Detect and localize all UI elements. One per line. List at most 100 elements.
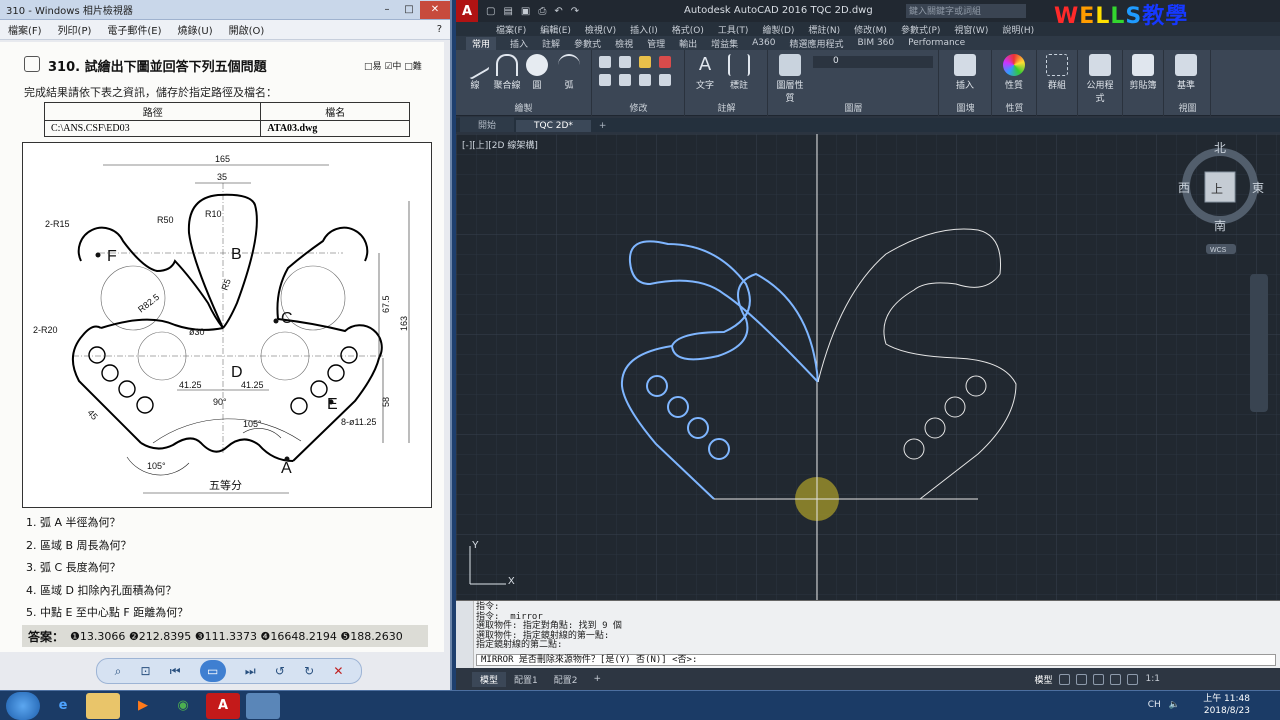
tab-start[interactable]: 開始 (460, 117, 515, 132)
annotation-scale[interactable]: 1:1 (1146, 674, 1160, 684)
help-icon[interactable]: ? (437, 24, 442, 35)
base-button[interactable]: 基準 (1169, 54, 1203, 91)
rotate-icon[interactable] (619, 56, 631, 68)
rotate-left-icon[interactable]: ↺ (275, 664, 285, 678)
volume-icon[interactable]: 🔈 (1169, 700, 1180, 710)
polar-toggle-icon[interactable] (1109, 673, 1121, 685)
menu-file[interactable]: 檔案(F) (8, 22, 42, 37)
move-icon[interactable] (599, 56, 611, 68)
ortho-toggle-icon[interactable] (1092, 673, 1104, 685)
minimize-button[interactable]: – (376, 1, 398, 19)
layout-tab-2[interactable]: 配置2 (546, 672, 586, 687)
tab-bim360[interactable]: BIM 360 (857, 38, 894, 48)
menu-item[interactable]: 檔案(F) (496, 23, 526, 36)
print-icon[interactable]: ⎙ (538, 6, 546, 17)
menu-item[interactable]: 編輯(E) (540, 23, 571, 36)
insert-button[interactable]: 插入 (948, 54, 982, 91)
actual-size-icon[interactable]: ⊡ (140, 664, 150, 678)
arc-button[interactable]: 弧 (552, 54, 586, 91)
undo-icon[interactable]: ↶ (554, 6, 562, 17)
polyline-button[interactable]: 聚合線 (490, 54, 524, 91)
rotate-right-icon[interactable]: ↻ (304, 664, 314, 678)
tab-featured-apps[interactable]: 精選應用程式 (789, 37, 843, 50)
next-icon[interactable]: ⏭ (245, 664, 256, 679)
menu-item[interactable]: 標註(N) (808, 23, 840, 36)
language-indicator[interactable]: CH (1148, 700, 1161, 710)
layer-properties-button[interactable]: 圖層性質 (773, 54, 807, 104)
explode-icon[interactable] (659, 74, 671, 86)
utilities-button[interactable]: 公用程式 (1083, 54, 1117, 104)
new-tab-button[interactable]: + (593, 120, 613, 132)
menu-item[interactable]: 說明(H) (1002, 23, 1034, 36)
snap-toggle-icon[interactable] (1075, 673, 1087, 685)
tab-performance[interactable]: Performance (908, 38, 965, 48)
chrome-icon[interactable]: ◉ (166, 693, 200, 719)
new-icon[interactable]: ▢ (486, 6, 495, 17)
previous-icon[interactable]: ⏮ (170, 664, 181, 679)
slideshow-button[interactable]: ▭ (199, 660, 226, 682)
properties-button[interactable]: 性質 (997, 54, 1031, 91)
tab-manage[interactable]: 管理 (647, 37, 665, 50)
ie-icon[interactable]: e (46, 693, 80, 719)
osnap-toggle-icon[interactable] (1126, 673, 1138, 685)
close-button[interactable]: ✕ (420, 0, 450, 19)
save-icon[interactable]: ▣ (521, 6, 530, 17)
line-button[interactable]: 線 (458, 49, 492, 91)
delete-icon[interactable]: ✕ (333, 664, 343, 678)
menu-item[interactable]: 繪製(D) (762, 23, 794, 36)
menu-print[interactable]: 列印(P) (58, 22, 92, 37)
tab-view[interactable]: 檢視 (615, 37, 633, 50)
menu-item[interactable]: 格式(O) (672, 23, 704, 36)
start-button[interactable] (6, 691, 40, 720)
media-player-icon[interactable]: ▶ (126, 693, 160, 719)
explorer-icon[interactable] (86, 692, 120, 719)
copy-icon[interactable] (599, 74, 611, 86)
command-line-handle[interactable] (456, 601, 474, 669)
tab-tqc-2d[interactable]: TQC 2D* (516, 120, 591, 132)
grid-toggle-icon[interactable] (1058, 673, 1070, 685)
tab-parametric[interactable]: 參數式 (574, 37, 601, 50)
dimension-button[interactable]: 標註 (722, 54, 756, 91)
clock[interactable]: 上午 11:48 2018/8/23 (1203, 693, 1250, 717)
menu-email[interactable]: 電子郵件(E) (107, 22, 161, 37)
photo-viewer-taskbar-icon[interactable] (246, 692, 280, 719)
menu-burn[interactable]: 燒錄(U) (178, 22, 213, 37)
zoom-icon[interactable]: ⌕ (115, 664, 122, 679)
table-cell-path: C:\ANS.CSF\ED03 (43, 120, 262, 137)
erase-icon[interactable] (659, 56, 671, 68)
menu-open[interactable]: 開啟(O) (229, 22, 265, 37)
circle-button[interactable]: 圓 (520, 54, 554, 91)
layout-tab-1[interactable]: 配置1 (506, 672, 546, 687)
drawing-canvas[interactable]: Y X 上 北 南 東 西 WCS [-][上][2D 線架構] (456, 134, 1280, 600)
group-button[interactable]: 群組 (1040, 54, 1074, 91)
mirror-icon[interactable] (619, 74, 631, 86)
autocad-logo-icon[interactable]: A (456, 0, 478, 22)
clipboard-button[interactable]: 剪貼簿 (1126, 54, 1160, 91)
menu-item[interactable]: 檢視(V) (585, 23, 616, 36)
layout-tab-model[interactable]: 模型 (472, 671, 507, 687)
tab-output[interactable]: 輸出 (679, 37, 697, 50)
tab-a360[interactable]: A360 (752, 38, 775, 48)
autocad-taskbar-icon[interactable]: A (206, 692, 240, 719)
viewport-label[interactable]: [-][上][2D 線架構] (462, 138, 538, 151)
open-icon[interactable]: ▤ (503, 6, 512, 17)
command-input[interactable]: MIRROR 是否刪除來源物件？[是(Y) 否(N)] <否>: (476, 654, 1276, 666)
tab-addins[interactable]: 增益集 (711, 37, 738, 50)
redo-icon[interactable]: ↷ (571, 6, 579, 17)
tab-home[interactable]: 常用 (466, 36, 497, 50)
menu-item[interactable]: 修改(M) (854, 23, 887, 36)
menu-item[interactable]: 插入(I) (630, 23, 658, 36)
menu-item[interactable]: 參數式(P) (901, 23, 940, 36)
tab-insert[interactable]: 插入 (510, 37, 528, 50)
trim-icon[interactable] (639, 56, 651, 68)
tab-annotate[interactable]: 註解 (542, 37, 560, 50)
maximize-button[interactable]: □ (398, 1, 420, 19)
menu-item[interactable]: 視窗(W) (954, 23, 988, 36)
new-layout-button[interactable]: + (585, 673, 609, 685)
fillet-icon[interactable] (639, 74, 651, 86)
model-space-toggle[interactable]: 模型 (1035, 673, 1053, 686)
layer-dropdown[interactable]: 0 (813, 56, 933, 68)
text-button[interactable]: A 文字 (688, 54, 722, 91)
search-input[interactable]: 鍵入關鍵字或詞組 (906, 4, 1026, 18)
menu-item[interactable]: 工具(T) (718, 23, 749, 36)
